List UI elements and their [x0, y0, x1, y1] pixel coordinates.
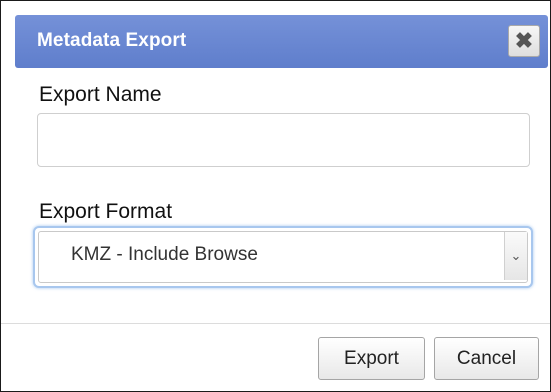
dialog-title: Metadata Export — [37, 30, 187, 51]
cancel-button[interactable]: Cancel — [434, 337, 539, 380]
close-button[interactable]: ✖ — [508, 25, 540, 57]
dialog-titlebar: Metadata Export ✖ — [15, 15, 548, 68]
footer-divider — [1, 323, 550, 324]
export-format-label: Export Format — [39, 200, 173, 223]
export-name-input[interactable] — [37, 113, 530, 167]
export-button[interactable]: Export — [318, 337, 425, 380]
export-format-value: KMZ - Include Browse — [71, 244, 258, 265]
chevron-down-icon[interactable]: ⌄ — [504, 232, 527, 280]
export-format-select[interactable]: KMZ - Include Browse ⌄ — [33, 226, 533, 288]
export-name-label: Export Name — [39, 83, 162, 106]
metadata-export-dialog: Metadata Export ✖ Export Name Export For… — [0, 0, 551, 392]
close-icon: ✖ — [514, 28, 534, 53]
